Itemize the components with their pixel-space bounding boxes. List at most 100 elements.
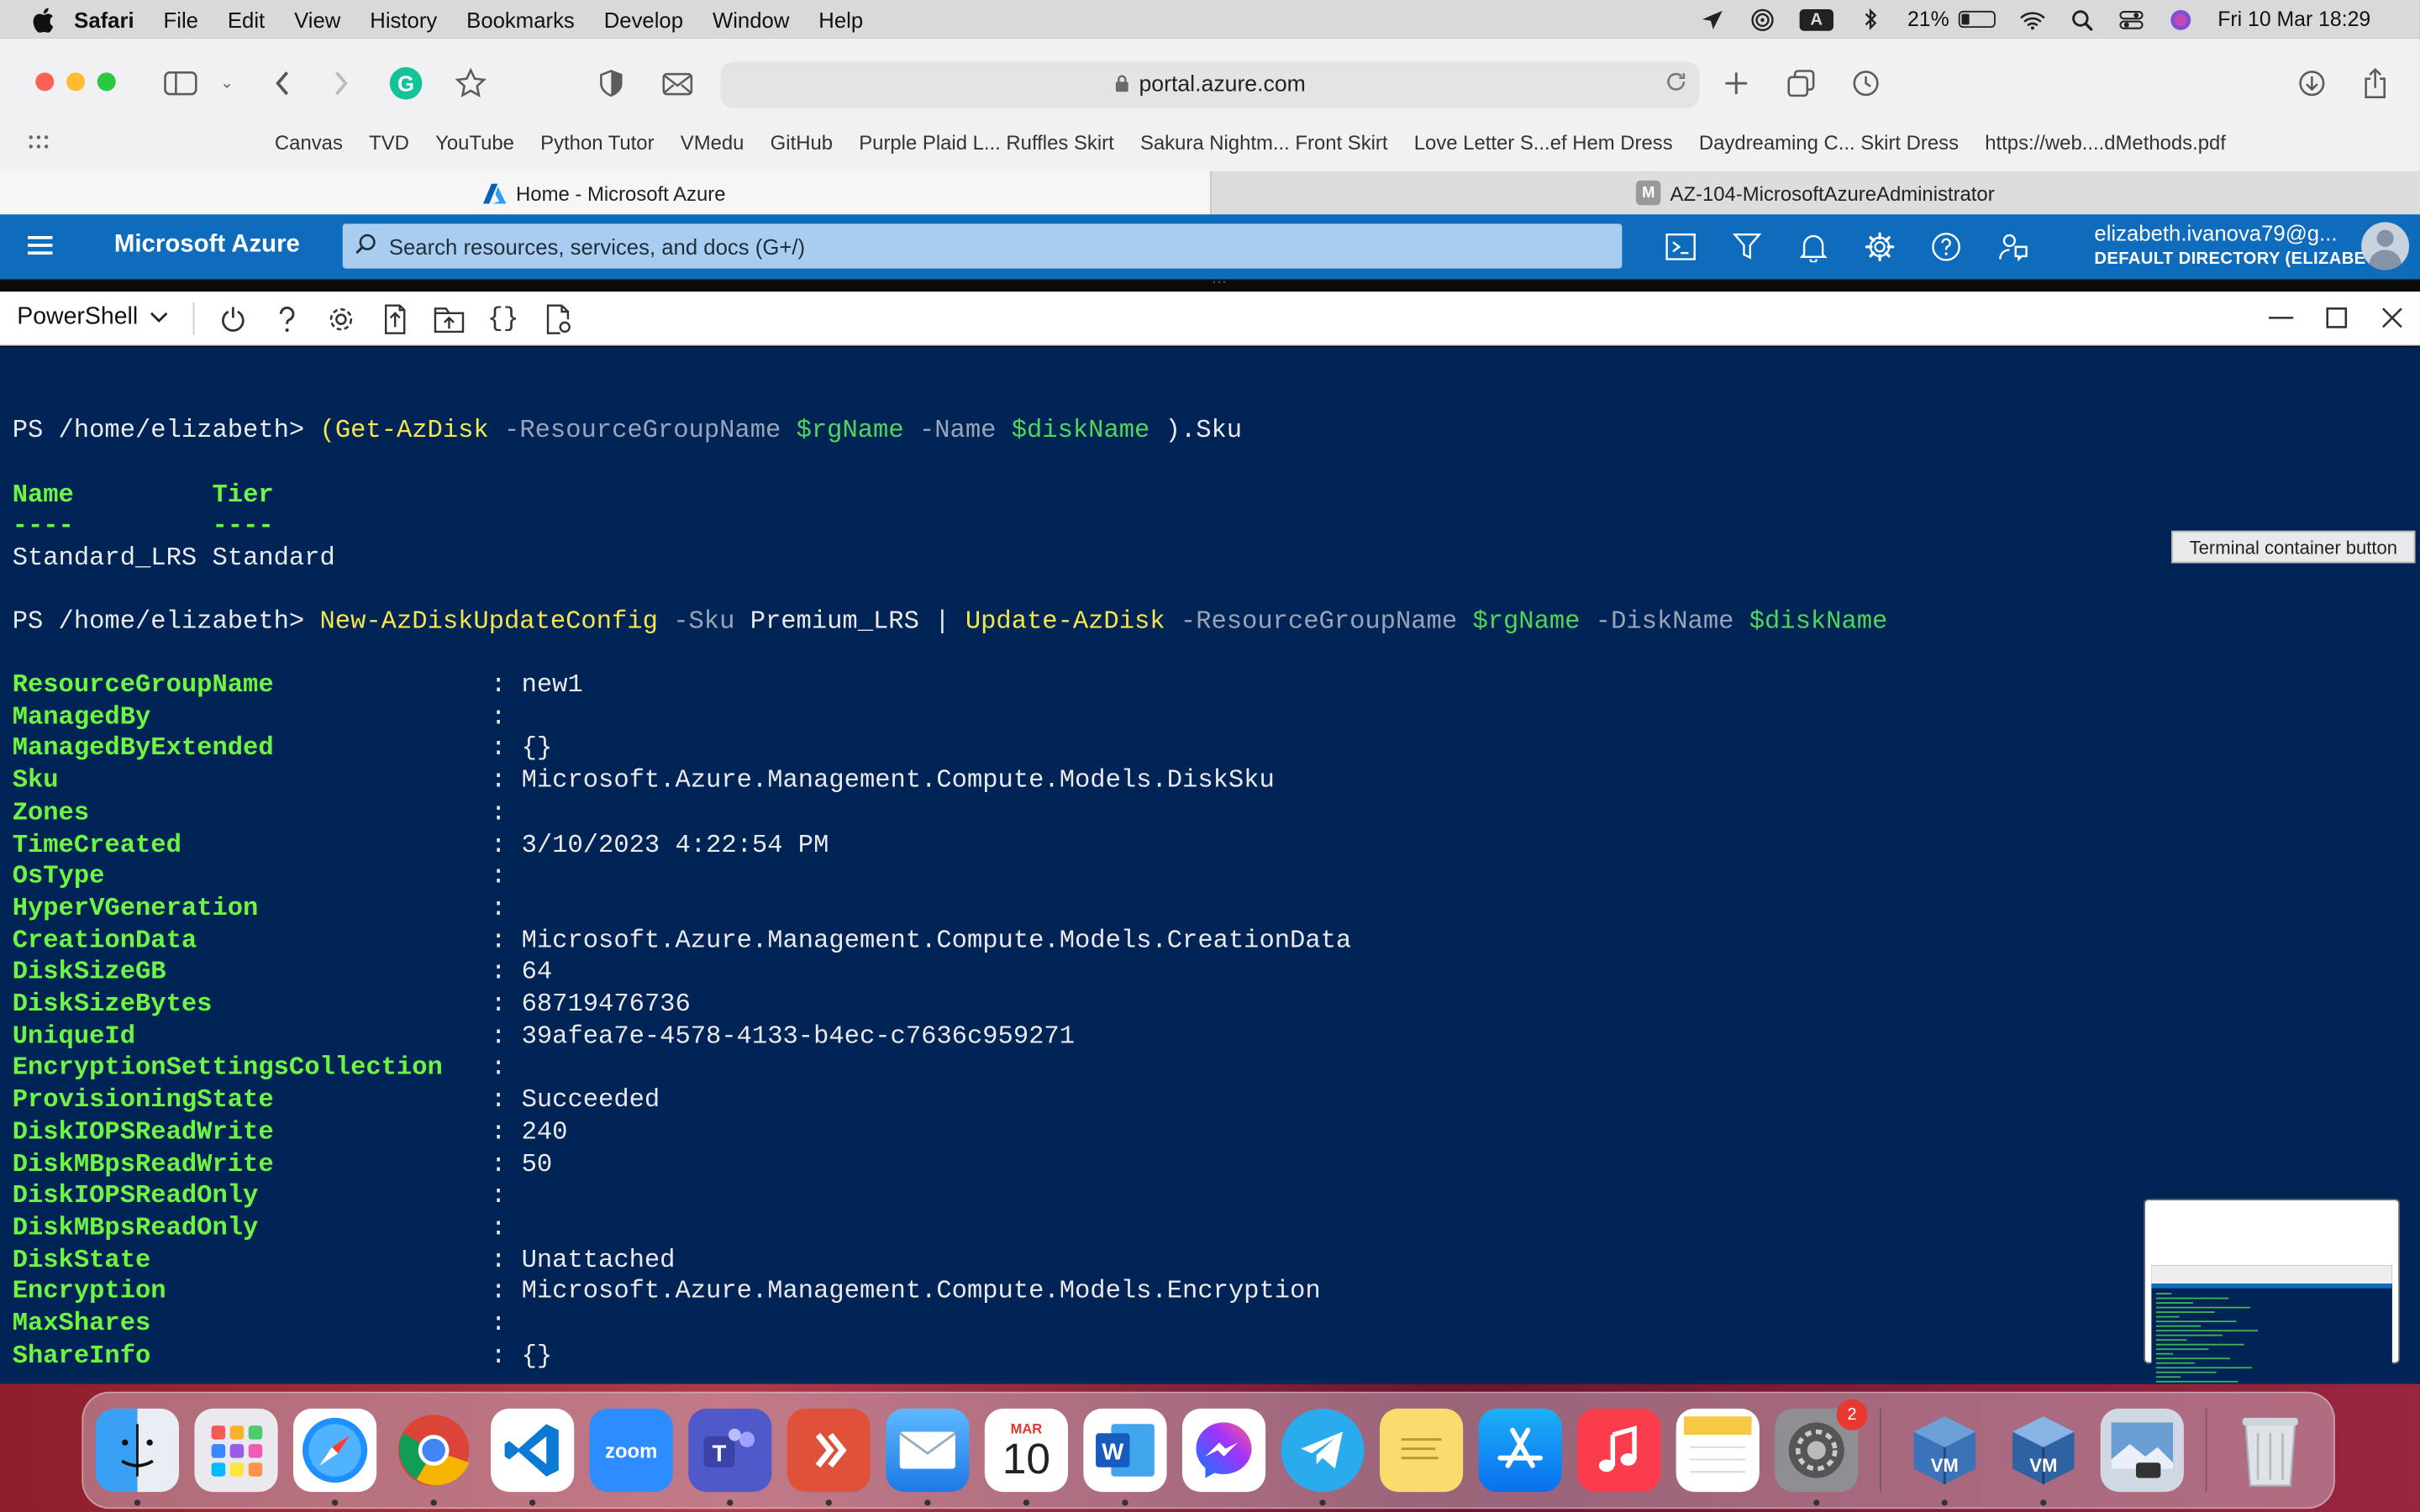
airdrop-icon[interactable] <box>1750 8 1775 31</box>
control-center-icon[interactable] <box>2119 8 2144 30</box>
bookmark-daydreaming[interactable]: Daydreaming C... Skirt Dress <box>1699 130 1959 154</box>
editor-icon[interactable]: {} <box>487 302 520 336</box>
cloud-shell-icon[interactable] <box>1664 230 1697 264</box>
account-info[interactable]: elizabeth.ivanova79@g... DEFAULT DIRECTO… <box>2094 221 2390 273</box>
zoom-icon[interactable]: zoom <box>589 1408 673 1493</box>
shell-type-select[interactable]: PowerShell <box>17 304 169 332</box>
web-preview-icon[interactable] <box>540 302 574 336</box>
grammarly-icon[interactable]: G <box>387 65 424 102</box>
safari-icon[interactable] <box>292 1408 377 1506</box>
close-window-button[interactable] <box>35 72 55 92</box>
resize-handle-icon[interactable]: ⋯ <box>1204 276 1235 291</box>
trash-icon[interactable] <box>2228 1409 2312 1492</box>
bluetooth-icon[interactable] <box>1858 8 1882 30</box>
bookmark-github[interactable]: GitHub <box>771 130 833 154</box>
share-icon[interactable] <box>2357 65 2394 102</box>
global-search-input[interactable]: Search resources, services, and docs (G+… <box>342 223 1623 269</box>
mail-icon[interactable] <box>659 65 696 102</box>
address-bar[interactable]: portal.azure.com <box>720 61 1700 108</box>
system-preferences-icon[interactable]: 2 <box>1775 1399 1868 1506</box>
upload-download-icon[interactable] <box>378 302 412 336</box>
help-icon[interactable] <box>270 302 303 336</box>
menu-edit[interactable]: Edit <box>228 7 265 31</box>
bookmark-youtube[interactable]: YouTube <box>435 130 514 154</box>
reload-icon[interactable] <box>1665 71 1687 97</box>
location-arrow-icon[interactable] <box>1701 8 1725 30</box>
mail-icon[interactable] <box>886 1408 970 1506</box>
property-key: MaxShares <box>12 1308 151 1338</box>
screenshot-thumbnail[interactable] <box>2144 1199 2401 1384</box>
bookmark-sakura[interactable]: Sakura Nightm... Front Skirt <box>1140 130 1388 154</box>
finder-icon[interactable] <box>95 1408 180 1506</box>
virtualbox-vm-icon[interactable]: VM <box>2002 1409 2085 1506</box>
settings-icon[interactable] <box>324 302 358 336</box>
menu-window[interactable]: Window <box>713 7 789 31</box>
menubar-clock[interactable]: Fri 10 Mar 18:29 <box>2217 8 2370 31</box>
sidebar-toggle-icon[interactable] <box>162 65 199 102</box>
history-clock-icon[interactable] <box>1848 65 1885 102</box>
restart-icon[interactable] <box>216 302 250 336</box>
vscode-icon[interactable] <box>491 1408 575 1506</box>
new-tab-plus-icon[interactable] <box>1718 65 1754 102</box>
tab-azure-home[interactable]: Home - Microsoft Azure <box>0 171 1210 215</box>
menu-file[interactable]: File <box>164 7 198 31</box>
back-arrow-icon[interactable] <box>264 65 301 102</box>
avatar[interactable] <box>2361 222 2410 270</box>
spotlight-search-icon[interactable] <box>2070 8 2094 30</box>
forward-arrow-icon[interactable] <box>323 65 360 102</box>
chrome-icon[interactable] <box>392 1409 476 1506</box>
menu-bookmarks[interactable]: Bookmarks <box>466 7 575 31</box>
calendar-icon[interactable]: MAR 10 <box>984 1408 1068 1506</box>
bookmark-vmedu[interactable]: VMedu <box>681 130 744 154</box>
apps-grid-icon[interactable] <box>28 130 50 154</box>
teams-icon[interactable]: T <box>688 1408 772 1506</box>
bookmark-tvd[interactable]: TVD <box>369 130 409 154</box>
menu-develop[interactable]: Develop <box>604 7 683 31</box>
app-store-icon[interactable] <box>1478 1408 1562 1493</box>
menu-app-name[interactable]: Safari <box>74 7 134 31</box>
chevron-down-icon[interactable]: ⌄ <box>208 65 245 102</box>
terminal-output[interactable]: PS /home/elizabeth> (Get-AzDisk -Resourc… <box>0 347 2420 1384</box>
wifi-icon[interactable] <box>2020 8 2045 30</box>
telegram-icon[interactable] <box>1281 1408 1365 1506</box>
shield-icon[interactable] <box>592 65 629 102</box>
bookmark-pdf[interactable]: https://web....dMethods.pdf <box>1985 130 2226 154</box>
minimize-icon[interactable] <box>2265 301 2296 334</box>
azure-brand[interactable]: Microsoft Azure <box>114 232 300 260</box>
word-icon[interactable]: W <box>1083 1408 1167 1506</box>
apple-icon[interactable] <box>31 7 55 32</box>
menu-view[interactable]: View <box>294 7 340 31</box>
remote-desktop-icon[interactable] <box>786 1408 871 1506</box>
bookmark-love-letter[interactable]: Love Letter S...ef Hem Dress <box>1414 130 1673 154</box>
input-source-icon[interactable]: A <box>1799 8 1833 30</box>
siri-icon[interactable] <box>2168 8 2192 30</box>
menu-history[interactable]: History <box>370 7 437 31</box>
minimize-window-button[interactable] <box>66 72 86 92</box>
close-icon[interactable] <box>2377 301 2408 334</box>
maximize-icon[interactable] <box>2321 301 2352 334</box>
battery-icon[interactable] <box>1958 10 1996 29</box>
tab-overview-icon[interactable] <box>1782 65 1819 102</box>
open-session-icon[interactable] <box>432 302 466 336</box>
tab-az104[interactable]: M AZ-104-MicrosoftAzureAdministrator <box>1209 171 2420 215</box>
feedback-icon[interactable] <box>1996 230 2029 264</box>
downloads-icon[interactable] <box>2293 65 2330 102</box>
stickies-icon[interactable] <box>1380 1408 1464 1493</box>
star-icon[interactable] <box>452 65 489 102</box>
bookmark-python-tutor[interactable]: Python Tutor <box>540 130 654 154</box>
messenger-icon[interactable] <box>1181 1408 1266 1493</box>
settings-icon[interactable] <box>1863 230 1897 264</box>
virtualbox-icon[interactable]: VM <box>1903 1409 1986 1506</box>
zoom-window-button[interactable] <box>97 72 116 92</box>
notes-icon[interactable] <box>1676 1408 1760 1493</box>
music-icon[interactable] <box>1577 1408 1661 1493</box>
preview-icon[interactable] <box>2100 1408 2184 1493</box>
bookmark-canvas[interactable]: Canvas <box>275 130 343 154</box>
menu-help[interactable]: Help <box>818 7 863 31</box>
bookmark-purple-plaid[interactable]: Purple Plaid L... Ruffles Skirt <box>859 130 1113 154</box>
hamburger-menu-icon[interactable] <box>28 236 53 255</box>
directory-filter-icon[interactable] <box>1730 230 1764 264</box>
notifications-icon[interactable] <box>1797 230 1830 264</box>
launchpad-icon[interactable] <box>194 1408 278 1493</box>
help-icon[interactable] <box>1929 230 1963 264</box>
